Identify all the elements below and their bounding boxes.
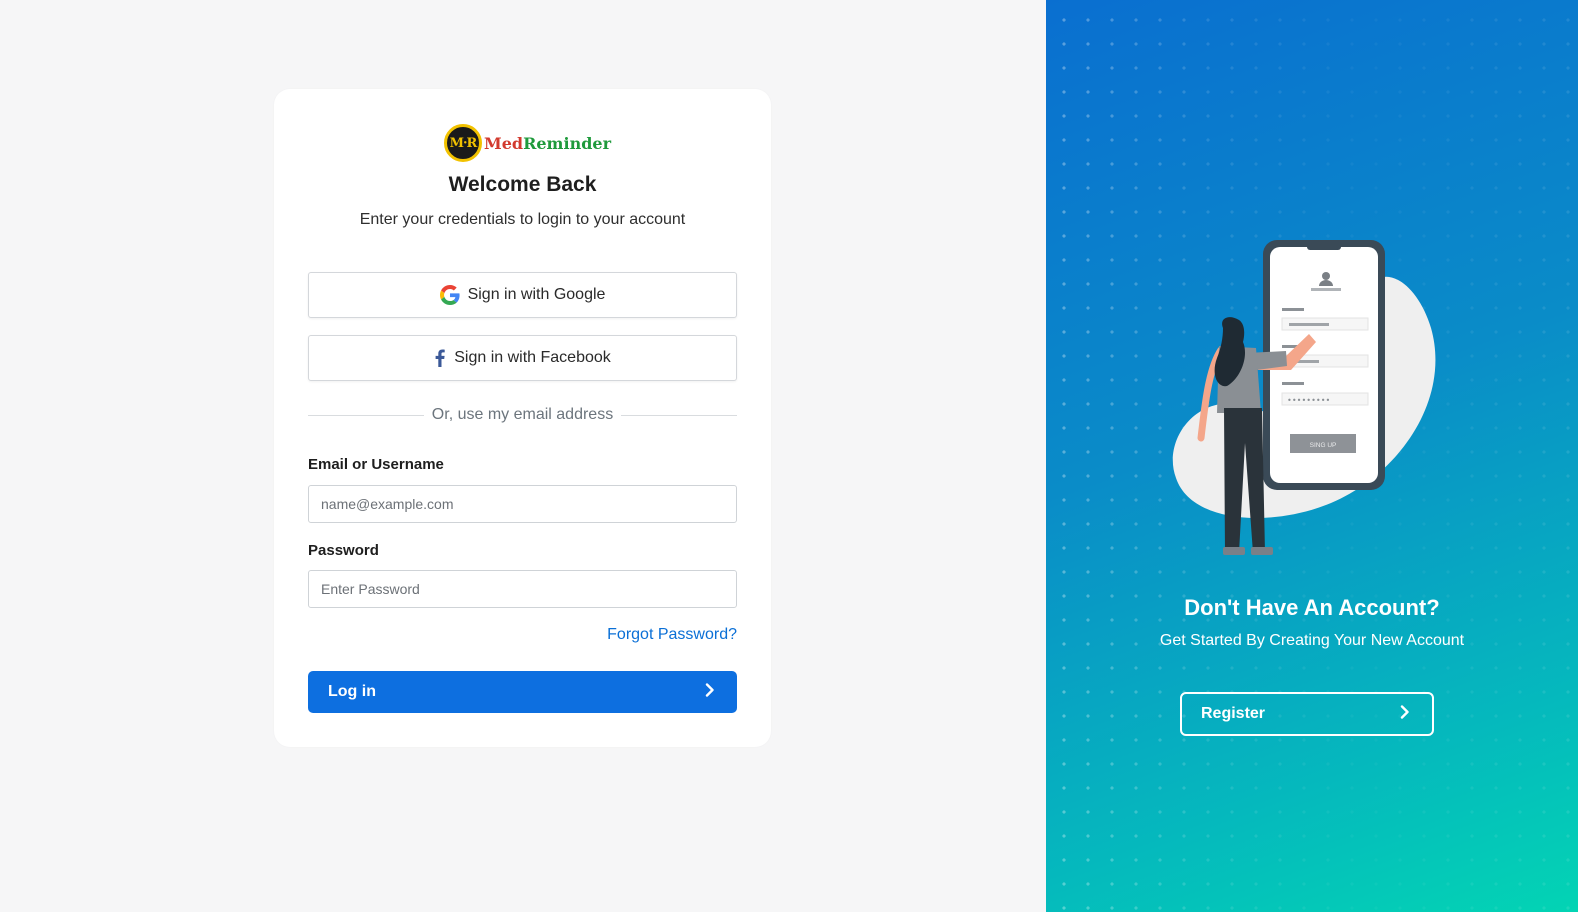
logo-word-reminder: Reminder [523,133,611,153]
login-card: M·R MedReminder Welcome Back Enter your … [274,89,771,747]
promo-title: Don't Have An Account? [1184,595,1440,620]
email-field[interactable] [308,485,737,523]
logo-badge-icon: M·R [444,124,482,162]
login-button[interactable]: Log in [308,671,737,713]
logo-initials: M·R [449,135,478,151]
facebook-signin-label: Sign in with Facebook [454,349,611,366]
register-promo-panel: ••••••••• SING UP Don't Have An Account?… [1046,0,1578,912]
chevron-right-icon [705,682,715,702]
google-signin-label: Sign in with Google [467,286,606,303]
logo-wordmark: MedReminder [484,134,611,153]
password-label: Password [308,542,379,559]
signup-illustration: ••••••••• SING UP [1161,238,1441,558]
facebook-signin-button[interactable]: Sign in with Facebook [308,335,737,381]
brand-logo: M·R MedReminder [444,123,611,163]
register-button-label: Register [1201,705,1266,722]
illustration-signup-text: SING UP [1310,442,1337,449]
google-g-icon [439,285,460,305]
illustration-password-mask: ••••••••• [1287,396,1330,405]
forgot-password-link[interactable]: Forgot Password? [607,626,737,644]
logo-word-med: Med [484,133,524,153]
page-title: Welcome Back [448,173,597,196]
or-divider: Or, use my email address [308,406,737,424]
login-panel: M·R MedReminder Welcome Back Enter your … [0,0,1046,912]
divider-line-right [621,414,737,416]
login-button-label: Log in [328,683,376,700]
divider-text: Or, use my email address [431,406,614,423]
chevron-right-icon [1400,704,1410,724]
google-signin-button[interactable]: Sign in with Google [308,272,737,318]
promo-subtitle: Get Started By Creating Your New Account [1159,632,1465,649]
email-label: Email or Username [308,456,444,473]
page-subtitle: Enter your credentials to login to your … [359,211,686,228]
password-field[interactable] [308,570,737,608]
register-button[interactable]: Register [1180,692,1434,736]
divider-line-left [308,414,424,416]
facebook-f-icon [434,349,446,367]
